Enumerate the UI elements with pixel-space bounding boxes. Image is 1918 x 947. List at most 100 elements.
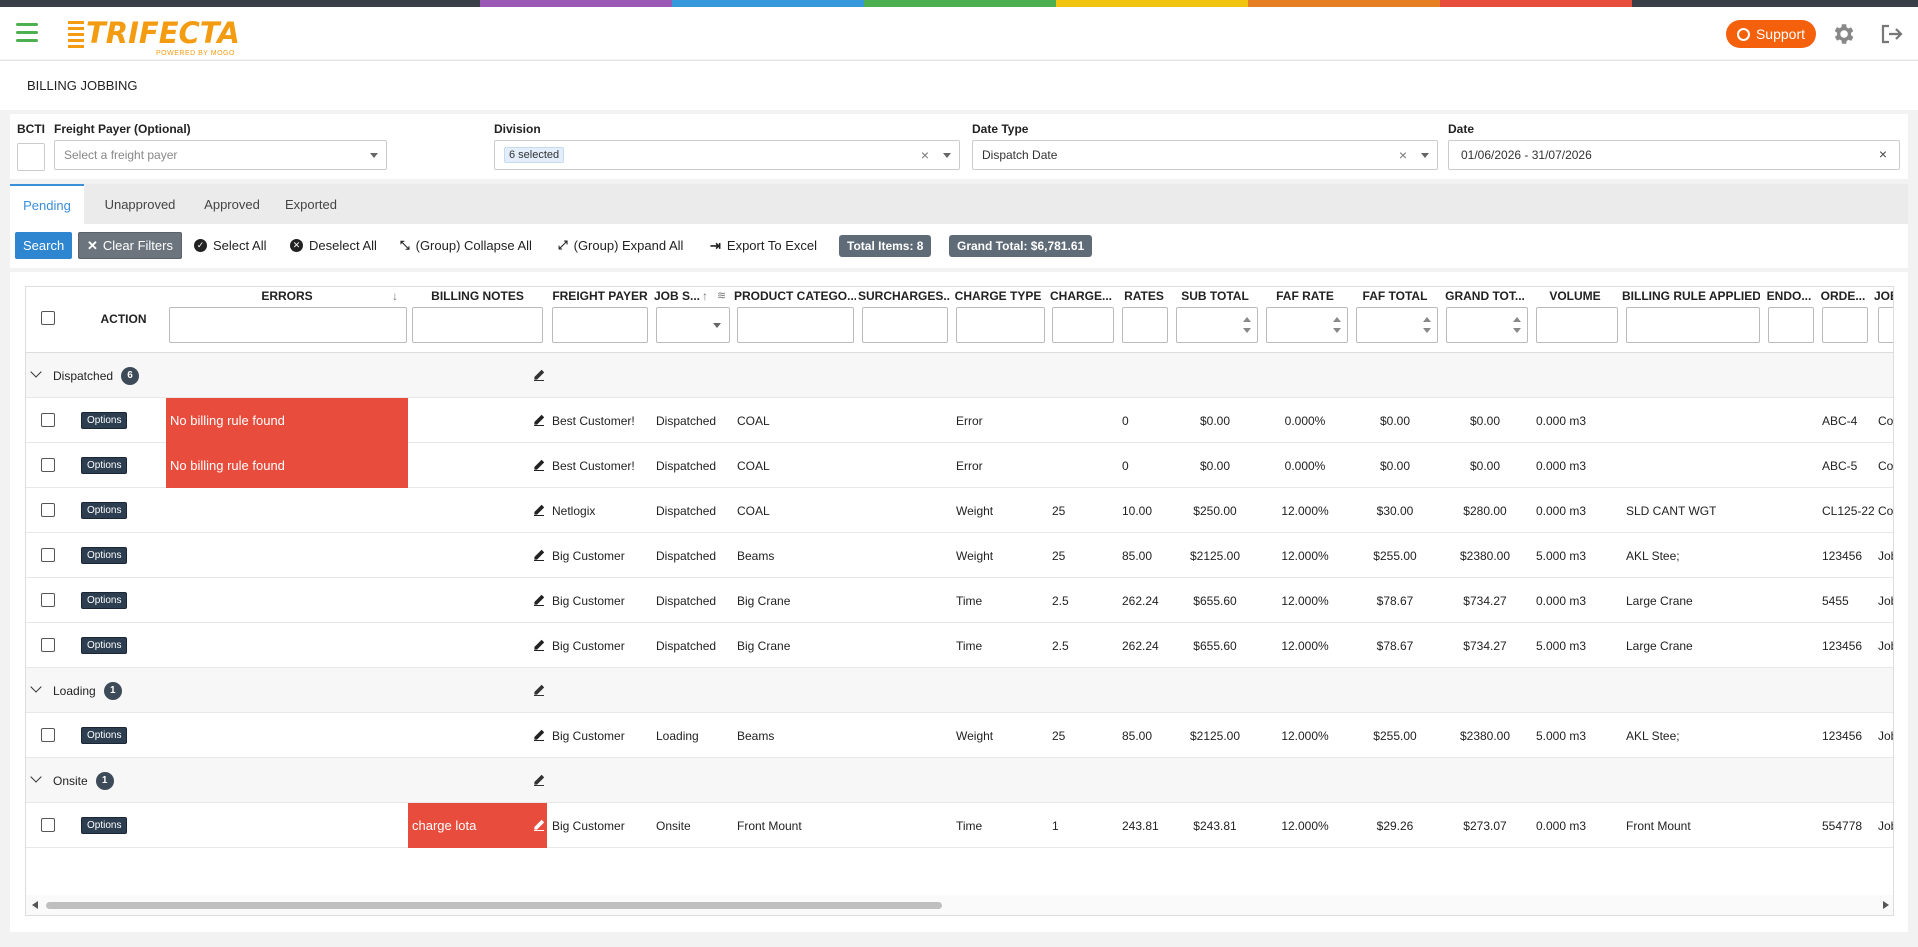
row-checkbox[interactable] — [41, 728, 55, 742]
pencil-icon[interactable] — [533, 459, 545, 471]
billing-note-cell[interactable]: charge lota — [408, 803, 547, 848]
close-icon[interactable]: × — [1879, 146, 1887, 162]
col-volume[interactable]: VOLUME — [1532, 289, 1618, 303]
job-filter[interactable] — [1878, 307, 1893, 343]
pencil-icon[interactable] — [533, 774, 545, 786]
options-button[interactable]: Options — [81, 592, 128, 609]
options-button[interactable]: Options — [81, 502, 128, 519]
pencil-icon[interactable] — [533, 414, 545, 426]
product-category-filter[interactable] — [737, 307, 854, 343]
row-checkbox[interactable] — [41, 503, 55, 517]
order-filter[interactable] — [1822, 307, 1868, 343]
clear-filters-button[interactable]: ✕ Clear Filters — [78, 232, 182, 259]
date-range-input[interactable]: 01/06/2026 - 31/07/2026 × — [1448, 140, 1900, 170]
charge-type-filter[interactable] — [956, 307, 1045, 343]
col-charge-type[interactable]: CHARGE TYPE — [952, 289, 1044, 303]
table-row[interactable]: Options charge lota Big Customer Onsite Fron… — [26, 803, 1893, 848]
endorsement-filter[interactable] — [1768, 307, 1814, 343]
row-checkbox[interactable] — [41, 548, 55, 562]
pencil-icon[interactable] — [533, 819, 545, 831]
col-billing-notes[interactable]: BILLING NOTES — [408, 289, 547, 303]
chevron-down-icon[interactable] — [30, 681, 42, 693]
options-button[interactable]: Options — [81, 817, 128, 834]
freight-payer-select[interactable]: Select a freight payer — [54, 140, 387, 170]
table-row[interactable]: Options No billing rule found Best Custome… — [26, 443, 1893, 488]
row-checkbox[interactable] — [41, 638, 55, 652]
hamburger-menu-icon[interactable] — [16, 23, 38, 43]
table-row[interactable]: Options Big Customer Dispatched Beams Weight… — [26, 533, 1893, 578]
division-select[interactable]: 6 selected × — [494, 140, 960, 170]
pencil-icon[interactable] — [533, 549, 545, 561]
scrollbar-thumb[interactable] — [46, 902, 942, 909]
options-button[interactable]: Options — [81, 547, 128, 564]
date-type-select[interactable]: Dispatch Date × — [972, 140, 1438, 170]
expand-all-button[interactable]: ⤢ (Group) Expand All — [554, 232, 688, 259]
surcharges-filter[interactable] — [862, 307, 948, 343]
export-excel-button[interactable]: ⇥ Export To Excel — [706, 232, 821, 259]
deselect-all-button[interactable]: ✕ Deselect All — [286, 232, 381, 259]
scroll-right-icon[interactable] — [1883, 901, 1889, 909]
row-checkbox[interactable] — [41, 413, 55, 427]
pencil-icon[interactable] — [533, 684, 545, 696]
billing-notes-filter[interactable] — [412, 307, 543, 343]
select-all-button[interactable]: ✓ Select All — [190, 232, 271, 259]
col-charge-qty[interactable]: CHARGE... — [1048, 289, 1114, 303]
errors-filter[interactable] — [169, 307, 407, 343]
col-surcharges[interactable]: SURCHARGES... — [858, 289, 950, 303]
options-button[interactable]: Options — [81, 727, 128, 744]
bcti-checkbox[interactable] — [17, 143, 45, 171]
freight-payer-filter[interactable] — [552, 307, 648, 343]
collapse-all-button[interactable]: ⤡ (Group) Collapse All — [396, 232, 536, 259]
billing-rule-filter[interactable] — [1626, 307, 1760, 343]
table-row[interactable]: Options Big Customer Dispatched Big Crane Ti… — [26, 578, 1893, 623]
group-row[interactable]: Loading 1 — [26, 668, 1893, 713]
col-billing-rule[interactable]: BILLING RULE APPLIED — [1622, 289, 1760, 303]
col-errors[interactable]: ERRORS — [166, 289, 408, 303]
group-row[interactable]: Onsite 1 — [26, 758, 1893, 803]
volume-filter[interactable] — [1536, 307, 1618, 343]
charge-qty-filter[interactable] — [1052, 307, 1114, 343]
chevron-down-icon[interactable] — [30, 366, 42, 378]
sort-up-icon[interactable]: ↑ — [702, 289, 708, 303]
col-job[interactable]: JOB — [1874, 289, 1893, 303]
grand-total-filter[interactable] — [1446, 307, 1528, 343]
faf-rate-filter[interactable] — [1266, 307, 1348, 343]
options-button[interactable]: Options — [81, 412, 128, 429]
gear-icon[interactable] — [1830, 21, 1856, 47]
col-product-category[interactable]: PRODUCT CATEGO... — [734, 289, 856, 303]
table-row[interactable]: Options Netlogix Dispatched COAL Weight 25 10.… — [26, 488, 1893, 533]
job-status-filter[interactable] — [656, 307, 730, 343]
horizontal-scrollbar[interactable] — [26, 895, 1893, 915]
tab-approved[interactable]: Approved — [192, 184, 272, 224]
scroll-left-icon[interactable] — [32, 901, 38, 909]
options-button[interactable]: Options — [81, 457, 128, 474]
col-grand-total[interactable]: GRAND TOT... — [1442, 289, 1528, 303]
pencil-icon[interactable] — [533, 504, 545, 516]
row-checkbox[interactable] — [41, 593, 55, 607]
search-button[interactable]: Search — [15, 232, 73, 259]
col-endorsement[interactable]: ENDO... — [1764, 289, 1814, 303]
faf-total-filter[interactable] — [1356, 307, 1438, 343]
col-freight-payer[interactable]: FREIGHT PAYER — [549, 289, 651, 303]
clear-icon[interactable]: × — [1399, 147, 1407, 163]
select-all-checkbox[interactable] — [41, 311, 55, 325]
row-checkbox[interactable] — [41, 458, 55, 472]
pencil-icon[interactable] — [533, 369, 545, 381]
pencil-icon[interactable] — [533, 639, 545, 651]
pencil-icon[interactable] — [533, 594, 545, 606]
sort-down-icon[interactable]: ↓ — [392, 289, 398, 303]
col-faf-total[interactable]: FAF TOTAL — [1352, 289, 1438, 303]
rates-filter[interactable] — [1122, 307, 1168, 343]
support-button[interactable]: Support — [1726, 20, 1816, 48]
tab-pending[interactable]: Pending — [10, 184, 84, 224]
logout-icon[interactable] — [1880, 23, 1904, 45]
table-row[interactable]: Options Big Customer Loading Beams Weight 25 8… — [26, 713, 1893, 758]
col-faf-rate[interactable]: FAF RATE — [1262, 289, 1348, 303]
clear-icon[interactable]: × — [921, 147, 929, 163]
chevron-down-icon[interactable] — [30, 771, 42, 783]
tab-unapproved[interactable]: Unapproved — [90, 184, 190, 224]
tab-exported[interactable]: Exported — [274, 184, 348, 224]
col-rates[interactable]: RATES — [1118, 289, 1170, 303]
table-row[interactable]: Options No billing rule found Best Custome… — [26, 398, 1893, 443]
col-order[interactable]: ORDE... — [1818, 289, 1868, 303]
